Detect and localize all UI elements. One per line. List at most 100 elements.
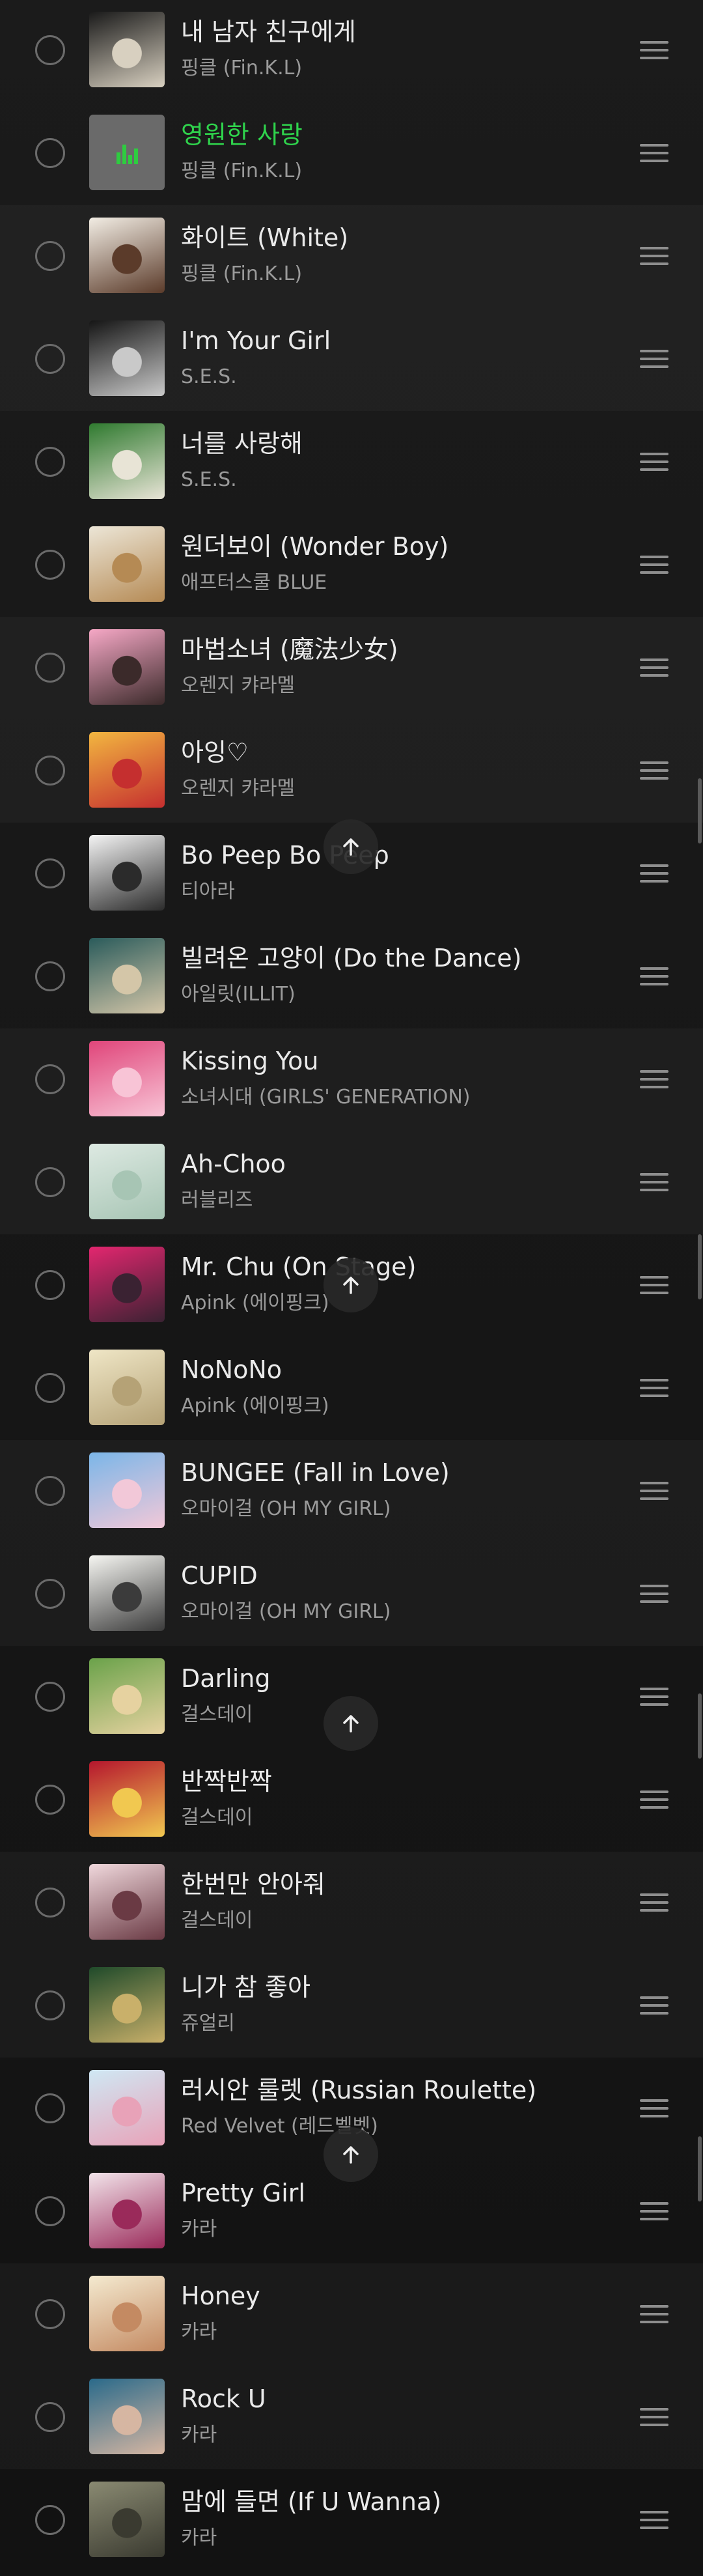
drag-handle-icon[interactable]: [640, 1688, 669, 1707]
drag-handle-icon[interactable]: [640, 967, 669, 987]
track-artist: 러블리즈: [181, 1189, 253, 1211]
checkbox-circle-icon[interactable]: [35, 1064, 65, 1094]
drag-handle-icon[interactable]: [640, 1276, 669, 1295]
track-artist: 핑클 (Fin.K.L): [181, 262, 303, 285]
track-row[interactable]: 영원한 사랑 핑클 (Fin.K.L): [0, 102, 703, 205]
track-row[interactable]: Rock U 카라: [0, 2366, 703, 2469]
arrow-up-icon: [343, 1277, 359, 1294]
checkbox-circle-icon[interactable]: [35, 1888, 65, 1918]
checkbox-circle-icon[interactable]: [35, 961, 65, 991]
track-title: Kissing You: [181, 1047, 319, 1075]
drag-handle-icon[interactable]: [640, 2305, 669, 2325]
drag-handle-icon[interactable]: [640, 658, 669, 678]
drag-handle-icon[interactable]: [640, 1173, 669, 1193]
scroll-to-top-button[interactable]: [324, 819, 378, 874]
drag-handle-icon[interactable]: [640, 2511, 669, 2530]
track-row[interactable]: 니가 참 좋아 쥬얼리: [0, 1955, 703, 2058]
checkbox-circle-icon[interactable]: [35, 138, 65, 168]
album-art: [89, 732, 165, 808]
album-art: [89, 2070, 165, 2145]
track-row[interactable]: 내 남자 친구에게 핑클 (Fin.K.L): [0, 0, 703, 102]
scrollbar-thumb[interactable]: [698, 2136, 702, 2201]
drag-handle-icon[interactable]: [640, 2099, 669, 2119]
drag-handle-icon[interactable]: [640, 1379, 669, 1398]
drag-handle-icon[interactable]: [640, 1790, 669, 1810]
checkbox-circle-icon[interactable]: [35, 756, 65, 786]
track-artist: 카라: [181, 2218, 217, 2241]
track-row[interactable]: 너를 사랑해 S.E.S.: [0, 411, 703, 514]
album-art: [89, 1658, 165, 1734]
checkbox-circle-icon[interactable]: [35, 1270, 65, 1300]
track-row[interactable]: 맘에 들면 (If U Wanna) 카라: [0, 2469, 703, 2572]
scrollbar-thumb[interactable]: [698, 1234, 702, 1299]
track-row[interactable]: 한번만 안아줘 걸스데이: [0, 1852, 703, 1955]
checkbox-circle-icon[interactable]: [35, 858, 65, 888]
track-row[interactable]: Ah-Choo 러블리즈: [0, 1131, 703, 1234]
track-row[interactable]: 반짝반짝 걸스데이: [0, 1749, 703, 1852]
album-art: [89, 835, 165, 911]
checkbox-circle-icon[interactable]: [35, 1476, 65, 1506]
checkbox-circle-icon[interactable]: [35, 241, 65, 271]
scrollbar-thumb[interactable]: [698, 778, 702, 843]
drag-handle-icon[interactable]: [640, 41, 669, 61]
drag-handle-icon[interactable]: [640, 453, 669, 472]
track-row[interactable]: 빌려온 고양이 (Do the Dance) 아일릿(ILLIT): [0, 926, 703, 1028]
track-artist: 걸스데이: [181, 1703, 253, 1726]
track-artist: 오마이걸 (OH MY GIRL): [181, 1600, 391, 1623]
drag-handle-icon[interactable]: [640, 2408, 669, 2427]
track-title: Ah-Choo: [181, 1150, 286, 1178]
drag-handle-icon[interactable]: [640, 350, 669, 369]
drag-handle-icon[interactable]: [640, 1585, 669, 1604]
checkbox-circle-icon[interactable]: [35, 1373, 65, 1403]
track-title: Mr. Chu (On Stage): [181, 1253, 417, 1281]
drag-handle-icon[interactable]: [640, 1070, 669, 1090]
album-art: [89, 1041, 165, 1116]
track-row[interactable]: Honey 카라: [0, 2263, 703, 2366]
checkbox-circle-icon[interactable]: [35, 2402, 65, 2432]
track-row[interactable]: I'm Your Girl S.E.S.: [0, 308, 703, 411]
checkbox-circle-icon[interactable]: [35, 2093, 65, 2123]
checkbox-circle-icon[interactable]: [35, 1167, 65, 1197]
track-row[interactable]: Kissing You 소녀시대 (GIRLS' GENERATION): [0, 1028, 703, 1131]
checkbox-circle-icon[interactable]: [35, 1990, 65, 2020]
drag-handle-icon[interactable]: [640, 761, 669, 781]
track-title: 너를 사랑해: [181, 429, 303, 458]
drag-handle-icon[interactable]: [640, 556, 669, 575]
checkbox-circle-icon[interactable]: [35, 1785, 65, 1815]
checkbox-circle-icon[interactable]: [35, 653, 65, 683]
checkbox-circle-icon[interactable]: [35, 2299, 65, 2329]
track-artist: 쥬얼리: [181, 2012, 235, 2035]
album-art: [89, 2173, 165, 2248]
drag-handle-icon[interactable]: [640, 2202, 669, 2222]
album-art: [89, 12, 165, 87]
checkbox-circle-icon[interactable]: [35, 550, 65, 580]
now-playing-thumbnail: [89, 115, 165, 190]
checkbox-circle-icon[interactable]: [35, 2196, 65, 2226]
checkbox-circle-icon[interactable]: [35, 1682, 65, 1712]
checkbox-circle-icon[interactable]: [35, 344, 65, 374]
checkbox-circle-icon[interactable]: [35, 35, 65, 65]
drag-handle-icon[interactable]: [640, 1996, 669, 2016]
track-row[interactable]: 화이트 (White) 핑클 (Fin.K.L): [0, 205, 703, 308]
drag-handle-icon[interactable]: [640, 1482, 669, 1501]
drag-handle-icon[interactable]: [640, 1893, 669, 1913]
track-row[interactable]: BUNGEE (Fall in Love) 오마이걸 (OH MY GIRL): [0, 1440, 703, 1543]
track-row[interactable]: CUPID 오마이걸 (OH MY GIRL): [0, 1543, 703, 1646]
drag-handle-icon[interactable]: [640, 864, 669, 884]
checkbox-circle-icon[interactable]: [35, 1579, 65, 1609]
scroll-to-top-button[interactable]: [324, 2127, 378, 2182]
scroll-to-top-button[interactable]: [324, 1696, 378, 1751]
track-row[interactable]: 원더보이 (Wonder Boy) 애프터스쿨 BLUE: [0, 514, 703, 617]
drag-handle-icon[interactable]: [640, 247, 669, 266]
checkbox-circle-icon[interactable]: [35, 447, 65, 477]
scrollbar-thumb[interactable]: [698, 1693, 702, 1759]
track-row[interactable]: 마법소녀 (魔法少女) 오렌지 캬라멜: [0, 617, 703, 720]
track-row[interactable]: NoNoNo Apink (에이핑크): [0, 1337, 703, 1440]
track-row[interactable]: 아잉♡ 오렌지 캬라멜: [0, 720, 703, 823]
album-art: [89, 1555, 165, 1631]
drag-handle-icon[interactable]: [640, 144, 669, 163]
checkbox-circle-icon[interactable]: [35, 2505, 65, 2535]
track-artist: S.E.S.: [181, 468, 237, 491]
scroll-to-top-button[interactable]: [324, 1258, 378, 1312]
track-artist: 티아라: [181, 880, 235, 903]
